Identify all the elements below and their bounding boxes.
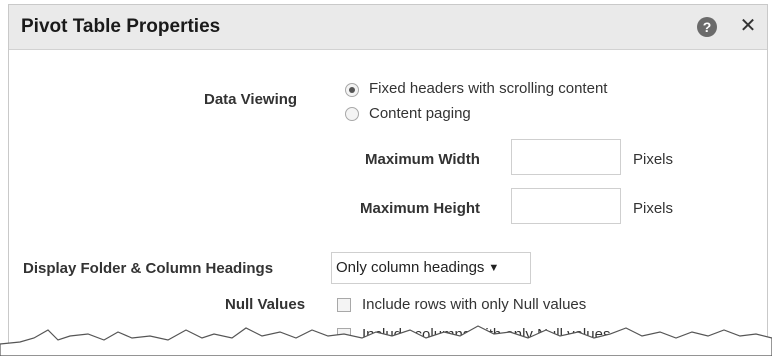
display-headings-selected: Only column headings [336, 259, 485, 276]
maximum-width-unit: Pixels [633, 151, 674, 168]
radio-content-paging[interactable] [345, 107, 359, 121]
null-values-label: Null Values [225, 296, 306, 313]
maximum-height-unit: Pixels [633, 200, 674, 217]
help-icon[interactable]: ? [697, 17, 717, 37]
checkbox-include-null-rows[interactable] [337, 298, 351, 312]
display-headings-label: Display Folder & Column Headings [23, 260, 274, 277]
data-viewing-label: Data Viewing [204, 91, 298, 108]
radio-fixed-headers[interactable] [345, 83, 359, 97]
radio-fixed-headers-label[interactable]: Fixed headers with scrolling content [369, 80, 607, 97]
maximum-height-input[interactable] [511, 188, 621, 224]
maximum-height-label: Maximum Height [360, 200, 481, 217]
close-icon[interactable]: ✕ [737, 14, 759, 38]
radio-content-paging-label[interactable]: Content paging [369, 105, 471, 122]
pivot-table-properties-dialog: Pivot Table Properties ? ✕ Data Viewing … [8, 4, 768, 346]
maximum-width-input[interactable] [511, 139, 621, 175]
dialog-title: Pivot Table Properties [21, 16, 221, 37]
maximum-width-label: Maximum Width [365, 151, 480, 168]
dialog-titlebar: Pivot Table Properties ? ✕ [9, 5, 767, 50]
chevron-down-icon: ▼ [488, 262, 500, 274]
checkbox-include-null-rows-label[interactable]: Include rows with only Null values [362, 296, 586, 313]
torn-edge-decoration [0, 325, 772, 356]
display-headings-select[interactable]: Only column headings ▼ [331, 252, 531, 284]
